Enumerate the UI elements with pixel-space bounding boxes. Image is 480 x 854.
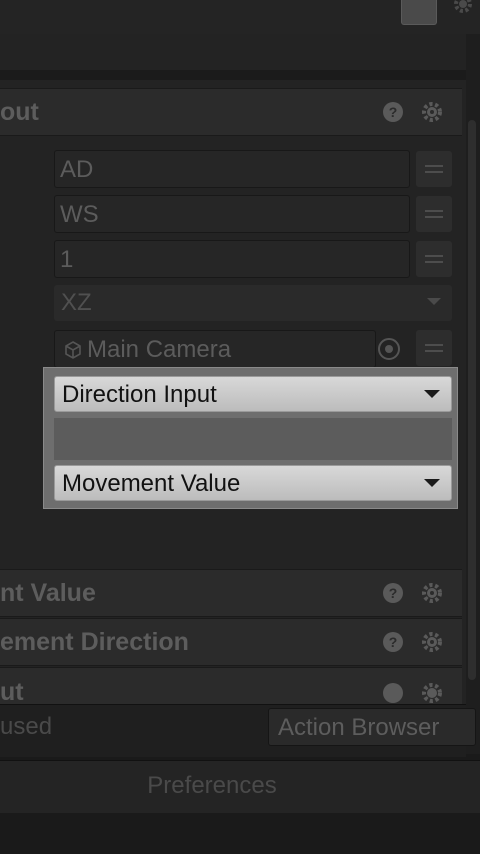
component-header-input-2[interactable]: ut <box>0 667 462 709</box>
svg-text:?: ? <box>389 104 398 120</box>
svg-text:?: ? <box>389 585 398 601</box>
component-header-movement-value[interactable]: nt Value ? <box>0 569 462 617</box>
horizontal-axis-field[interactable]: AD <box>54 150 410 188</box>
movement-value-dropdown[interactable]: Movement Value <box>54 465 452 501</box>
chevron-down-icon <box>424 390 440 398</box>
help-icon[interactable]: ? <box>382 631 404 653</box>
gear-icon[interactable] <box>420 681 444 705</box>
chevron-down-icon <box>424 479 440 487</box>
component-title: out <box>0 98 39 126</box>
vertical-axis-field[interactable]: WS <box>54 195 410 233</box>
color-swatch[interactable] <box>401 0 437 25</box>
gear-icon[interactable] <box>420 581 444 605</box>
help-icon[interactable] <box>382 682 404 704</box>
menu-icon[interactable] <box>416 330 452 366</box>
top-toolbar <box>0 0 480 35</box>
help-icon[interactable]: ? <box>382 101 404 123</box>
menu-icon[interactable] <box>416 196 452 232</box>
component-header-input[interactable]: out ? <box>0 88 462 136</box>
multiplier-field[interactable]: 1 <box>54 240 410 278</box>
svg-text:?: ? <box>389 634 398 650</box>
dropdown-label: Movement Value <box>62 470 241 497</box>
cube-icon <box>65 341 81 359</box>
component-title: ut <box>0 678 24 706</box>
chevron-down-icon <box>427 298 441 305</box>
menu-icon[interactable] <box>416 241 452 277</box>
menu-icon[interactable] <box>416 151 452 187</box>
gear-icon[interactable] <box>420 100 444 124</box>
dropdown-label: Direction Input <box>62 381 217 408</box>
gear-icon[interactable] <box>451 0 475 16</box>
inspector-panel: out ? AD WS 1 XZ Main Camera Direction I… <box>0 0 480 854</box>
status-label: used <box>0 713 53 740</box>
camera-value: Main Camera <box>87 336 232 363</box>
popup-spacer <box>54 418 452 460</box>
scrollbar-thumb[interactable] <box>468 120 476 680</box>
component-title: ement Direction <box>0 628 189 656</box>
camera-field[interactable]: Main Camera <box>54 330 376 368</box>
dropdown-popup: Direction Input Movement Value <box>43 367 458 509</box>
plane-value: XZ <box>61 289 92 316</box>
divider <box>0 70 466 80</box>
status-bar: used Action Browser <box>0 704 476 757</box>
action-browser-button[interactable]: Action Browser <box>268 708 476 746</box>
component-title: nt Value <box>0 579 96 607</box>
help-icon[interactable]: ? <box>382 582 404 604</box>
preferences-bar[interactable]: Preferences <box>0 760 480 813</box>
gear-icon[interactable] <box>420 630 444 654</box>
component-header-movement-direction[interactable]: ement Direction ? <box>0 618 462 666</box>
direction-input-dropdown[interactable]: Direction Input <box>54 376 452 412</box>
preferences-label: Preferences <box>147 772 277 799</box>
target-picker-icon[interactable] <box>376 336 402 362</box>
plane-dropdown[interactable]: XZ <box>54 285 452 321</box>
